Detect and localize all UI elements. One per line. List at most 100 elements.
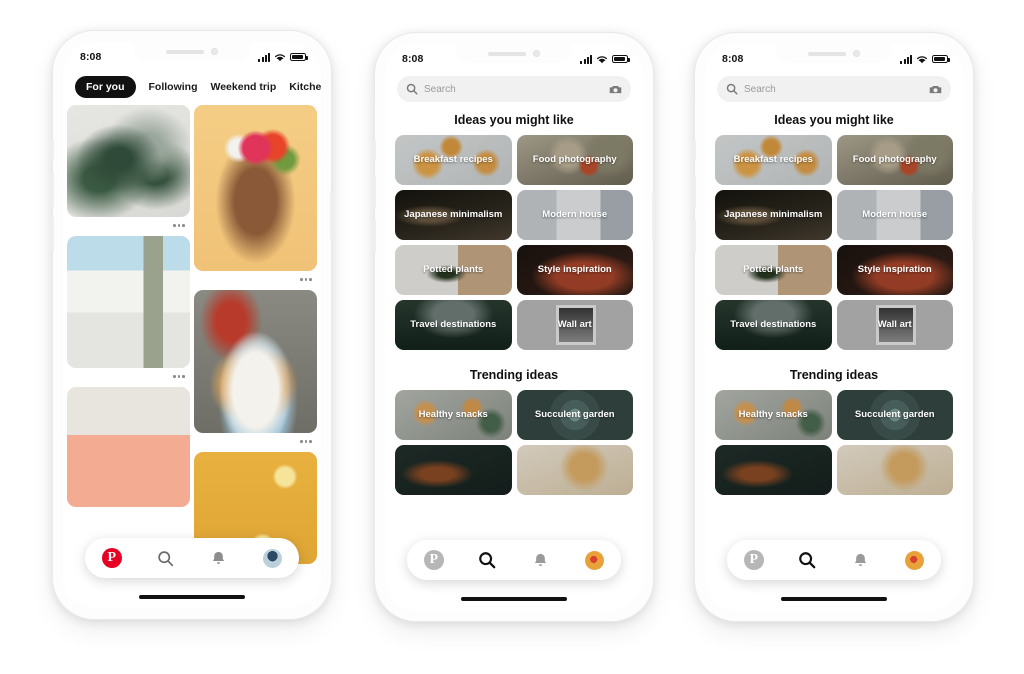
bottom-nav-bar-2[interactable]: P xyxy=(407,540,621,580)
tile-style-inspiration[interactable]: Style inspiration xyxy=(516,245,633,295)
avatar[interactable] xyxy=(904,550,924,570)
battery-icon xyxy=(612,55,630,63)
status-clock: 8:08 xyxy=(722,53,744,65)
search-icon xyxy=(406,83,418,95)
search-input[interactable]: Search xyxy=(424,84,603,95)
screenshot-canvas: 8:08 For you Following Weekend trip Kitc… xyxy=(0,0,1024,674)
pinterest-logo-icon[interactable]: P xyxy=(101,548,122,568)
tile-wall-art[interactable]: Wall art xyxy=(836,300,953,350)
tile-japanese-minimalism[interactable]: Japanese minimalism xyxy=(715,190,832,240)
avatar[interactable] xyxy=(262,548,282,568)
pin-rubber-plant[interactable] xyxy=(67,105,190,234)
pin-woman-flower-crown[interactable] xyxy=(194,105,317,288)
tile-style-inspiration[interactable]: Style inspiration xyxy=(836,245,953,295)
camera-icon[interactable] xyxy=(929,84,942,95)
bell-icon[interactable] xyxy=(853,552,868,569)
tile-label: Succulent garden xyxy=(534,408,615,420)
notch xyxy=(776,44,892,63)
tab-strip[interactable]: For you Following Weekend trip Kitche xyxy=(63,70,321,105)
tab-weekend-trip[interactable]: Weekend trip xyxy=(211,81,277,93)
tile-travel-destinations[interactable]: Travel destinations xyxy=(715,300,832,350)
section-title-trending: Trending ideas xyxy=(469,368,559,382)
avatar[interactable] xyxy=(584,550,604,570)
pin-image[interactable] xyxy=(67,236,190,368)
tile-label: Japanese minimalism xyxy=(724,208,823,220)
wifi-icon xyxy=(274,53,286,61)
pin-overflow-menu[interactable] xyxy=(67,217,190,234)
nav-notifications-button[interactable] xyxy=(206,545,232,571)
search-bar[interactable]: Search xyxy=(717,76,951,102)
pin-image[interactable] xyxy=(194,290,317,433)
nav-notifications-button[interactable] xyxy=(848,547,874,573)
camera-icon[interactable] xyxy=(609,84,622,95)
tile-travel-destinations[interactable]: Travel destinations xyxy=(395,300,512,350)
nav-search-button[interactable] xyxy=(794,547,820,573)
tile-healthy-snacks[interactable]: Healthy snacks xyxy=(395,390,512,440)
tile-japanese-minimalism[interactable]: Japanese minimalism xyxy=(395,190,512,240)
tile-trending-partial-left[interactable] xyxy=(395,445,512,495)
tile-trending-partial-right[interactable] xyxy=(516,445,633,495)
nav-search-button[interactable] xyxy=(152,545,178,571)
pin-overflow-menu[interactable] xyxy=(194,271,317,288)
tab-for-you[interactable]: For you xyxy=(75,76,136,98)
tile-potted-plants[interactable]: Potted plants xyxy=(715,245,832,295)
pin-sand-dune[interactable] xyxy=(67,387,190,507)
pin-white-house[interactable] xyxy=(67,236,190,385)
volume-up-button xyxy=(693,175,696,209)
search-input[interactable]: Search xyxy=(744,84,923,95)
tile-succulent-garden[interactable]: Succulent garden xyxy=(516,390,633,440)
nav-profile-button[interactable] xyxy=(581,547,607,573)
nav-home-button[interactable]: P xyxy=(99,545,125,571)
nav-profile-button[interactable] xyxy=(901,547,927,573)
nav-profile-button[interactable] xyxy=(259,545,285,571)
tab-following[interactable]: Following xyxy=(149,81,198,93)
tile-label: Modern house xyxy=(542,208,608,220)
nav-notifications-button[interactable] xyxy=(528,547,554,573)
search-bar-container: Search xyxy=(705,72,963,102)
nav-home-button[interactable]: P xyxy=(741,547,767,573)
tile-modern-house[interactable]: Modern house xyxy=(836,190,953,240)
pin-overflow-menu[interactable] xyxy=(194,433,317,450)
tile-breakfast-recipes[interactable]: Breakfast recipes xyxy=(715,135,832,185)
bottom-nav-bar-3[interactable]: P xyxy=(727,540,941,580)
search-icon[interactable] xyxy=(157,550,174,567)
tile-trending-partial-left[interactable] xyxy=(715,445,832,495)
status-icons xyxy=(900,54,950,64)
tile-modern-house[interactable]: Modern house xyxy=(516,190,633,240)
pinterest-logo-icon[interactable]: P xyxy=(423,550,444,570)
volume-down-button xyxy=(693,219,696,253)
pin-image[interactable] xyxy=(67,105,190,217)
status-clock: 8:08 xyxy=(402,53,424,65)
search-bar[interactable]: Search xyxy=(397,76,631,102)
tile-label: Travel destinations xyxy=(730,318,817,330)
masonry-column-right xyxy=(194,105,317,566)
bell-icon[interactable] xyxy=(211,550,226,567)
tile-potted-plants[interactable]: Potted plants xyxy=(395,245,512,295)
search-icon[interactable] xyxy=(478,551,496,569)
pin-image[interactable] xyxy=(67,387,190,507)
nav-home-button[interactable]: P xyxy=(421,547,447,573)
tile-food-photography[interactable]: Food photography xyxy=(836,135,953,185)
search-icon[interactable] xyxy=(798,551,816,569)
battery-icon xyxy=(290,53,308,61)
tile-trending-partial-right[interactable] xyxy=(836,445,953,495)
status-icons xyxy=(258,52,308,62)
tile-healthy-snacks[interactable]: Healthy snacks xyxy=(715,390,832,440)
tile-succulent-garden[interactable]: Succulent garden xyxy=(836,390,953,440)
bottom-nav-bar-1[interactable]: P xyxy=(85,538,299,578)
tile-food-photography[interactable]: Food photography xyxy=(516,135,633,185)
home-indicator xyxy=(139,595,245,599)
nav-search-button[interactable] xyxy=(474,547,500,573)
pinterest-logo-icon[interactable]: P xyxy=(743,550,764,570)
ideas-tile-grid: Breakfast recipes Food photography Japan… xyxy=(385,135,643,350)
tile-wall-art[interactable]: Wall art xyxy=(516,300,633,350)
phone3-app: Search Ideas you might like Breakfast re… xyxy=(705,44,963,610)
tile-breakfast-recipes[interactable]: Breakfast recipes xyxy=(395,135,512,185)
tile-label: Food photography xyxy=(852,153,937,165)
bell-icon[interactable] xyxy=(533,552,548,569)
pin-image[interactable] xyxy=(194,105,317,271)
tab-kitchen[interactable]: Kitche xyxy=(289,81,321,93)
pin-overflow-menu[interactable] xyxy=(67,368,190,385)
pin-tacos[interactable] xyxy=(194,290,317,450)
notch xyxy=(456,44,572,63)
